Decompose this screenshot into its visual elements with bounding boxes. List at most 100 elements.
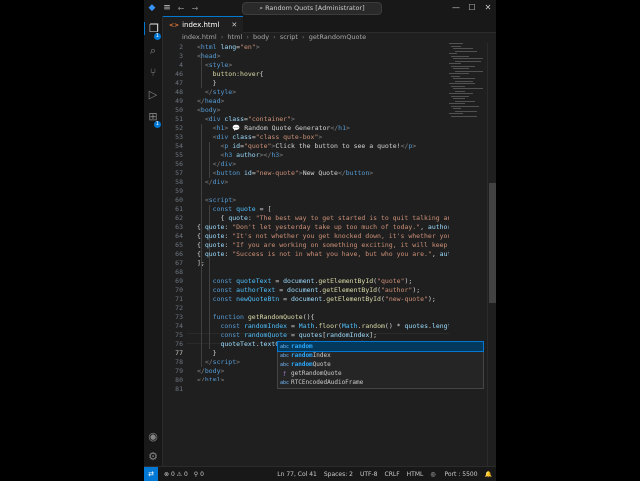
line-number: 69 bbox=[175, 277, 183, 285]
activity-bar: ❐ 1 ⌕ ⑂ ▷ ⊞ 1 ◉ ⚙ bbox=[144, 16, 163, 466]
maximize-button[interactable]: ☐ bbox=[464, 0, 480, 16]
minimap-line bbox=[453, 88, 483, 89]
breadcrumb-html[interactable]: html bbox=[227, 33, 242, 41]
line-number: 54 bbox=[175, 142, 183, 150]
code-line: </style> bbox=[204, 88, 237, 96]
notifications-bell-icon[interactable]: 🔔 bbox=[485, 471, 492, 478]
breadcrumb-function[interactable]: getRandomQuote bbox=[309, 33, 366, 41]
code-line: { quote: "The best way to get started is… bbox=[220, 214, 449, 222]
line-number: 51 bbox=[175, 115, 183, 123]
menu-icon[interactable]: ≡ bbox=[160, 3, 174, 13]
vertical-scrollbar[interactable] bbox=[487, 43, 496, 466]
line-number: 75 bbox=[175, 331, 183, 339]
settings-gear-icon[interactable]: ⚙ bbox=[144, 450, 162, 463]
minimize-button[interactable]: — bbox=[448, 0, 464, 16]
command-center-search[interactable]: ⌕ Random Quots [Administrator] bbox=[242, 2, 382, 15]
chevron-right-icon: › bbox=[246, 33, 249, 41]
code-line: const authorText = document.getElementBy… bbox=[212, 286, 421, 294]
breadcrumb: index.html › html › body › script › getR… bbox=[163, 32, 496, 43]
autocomplete-suggestions: abc random abc random Index abc random Quote ƒ ge… bbox=[277, 341, 484, 389]
cursor-position[interactable]: Ln 77, Col 41 bbox=[277, 471, 317, 478]
back-arrow-icon[interactable]: ← bbox=[174, 4, 188, 13]
code-editor[interactable]: <html lang="en"> <head> <style> button:h… bbox=[197, 43, 449, 381]
line-number: 71 bbox=[175, 295, 183, 303]
remote-icon[interactable]: ⇄ bbox=[144, 467, 158, 481]
indentation[interactable]: Spaces: 2 bbox=[324, 471, 353, 478]
source-control-icon[interactable]: ⑂ bbox=[144, 66, 162, 79]
line-number: 79 bbox=[175, 367, 183, 375]
line-number: 66 bbox=[175, 250, 183, 258]
suggestion-item[interactable]: abc RTCEncodedAudioFrame bbox=[278, 378, 483, 387]
line-endings[interactable]: CRLF bbox=[385, 471, 400, 478]
status-bar: ⇄ ⊗ 0 ⚠ 0 ⚲ 0 Ln 77, Col 41 Spaces: 2 UT… bbox=[144, 466, 496, 481]
run-debug-icon[interactable]: ▷ bbox=[144, 88, 162, 101]
suggestion-match: random bbox=[291, 361, 313, 368]
suggestion-item[interactable]: abc random bbox=[277, 341, 484, 352]
line-number: 56 bbox=[175, 160, 183, 168]
code-line: <html lang="en"> bbox=[197, 43, 260, 51]
minimap-line bbox=[449, 53, 457, 54]
suggestion-item[interactable]: abc random Index bbox=[278, 351, 483, 360]
code-line: <div class="class qute-box"> bbox=[212, 133, 323, 141]
code-line: <head> bbox=[197, 52, 221, 60]
breadcrumb-file[interactable]: index.html bbox=[182, 33, 217, 41]
line-number: 3 bbox=[179, 52, 183, 60]
ports-indicator[interactable]: ⚲ 0 bbox=[194, 471, 204, 478]
tab-close-icon[interactable]: ✕ bbox=[231, 21, 237, 29]
code-line: <style> bbox=[204, 61, 233, 69]
breadcrumb-script[interactable]: script bbox=[280, 33, 298, 41]
vscode-logo-icon: ◆ bbox=[148, 3, 156, 13]
minimap-line bbox=[449, 93, 473, 94]
code-line: { quote: "If you are working on somethin… bbox=[197, 241, 448, 249]
line-number: 52 bbox=[175, 124, 183, 132]
breadcrumb-body[interactable]: body bbox=[253, 33, 269, 41]
suggestion-item[interactable]: ƒ getRandomQuote bbox=[278, 369, 483, 378]
code-line: function getRandomQuote(){ bbox=[212, 313, 315, 321]
tab-index-html[interactable]: <> index.html ✕ bbox=[163, 16, 243, 33]
encoding[interactable]: UTF-8 bbox=[360, 471, 378, 478]
forward-arrow-icon[interactable]: → bbox=[188, 4, 202, 13]
minimap-line bbox=[453, 108, 461, 109]
code-line: const randomIndex = Math.floor(Math.rand… bbox=[220, 322, 449, 330]
minimap-line bbox=[455, 50, 477, 52]
minimap-line bbox=[451, 75, 460, 77]
line-number: 58 bbox=[175, 178, 183, 186]
search-icon[interactable]: ⌕ bbox=[144, 44, 162, 58]
code-line: const quoteText = document.getElementByI… bbox=[212, 277, 413, 285]
text-symbol-icon: abc bbox=[280, 352, 290, 359]
errors-indicator[interactable]: ⊗ 0 ⚠ 0 bbox=[164, 471, 188, 478]
minimap-line bbox=[449, 113, 463, 114]
code-line: <h3 author></h3> bbox=[220, 151, 284, 159]
live-server-port[interactable]: ◎ Port : 5500 bbox=[430, 471, 477, 478]
code-line: { quote: "It's not whether you get knock… bbox=[197, 232, 449, 240]
scrollbar-thumb[interactable] bbox=[489, 183, 496, 303]
html-file-icon: <> bbox=[169, 21, 180, 29]
minimap-line bbox=[449, 43, 463, 44]
language-mode[interactable]: HTML bbox=[407, 471, 424, 478]
account-icon[interactable]: ◉ bbox=[144, 430, 162, 443]
suggestion-item[interactable]: abc random Quote bbox=[278, 360, 483, 369]
close-button[interactable]: ✕ bbox=[480, 0, 496, 16]
code-line: button:hover{ bbox=[212, 70, 264, 78]
minimap[interactable] bbox=[449, 43, 487, 123]
line-number: 46 bbox=[175, 70, 183, 78]
text-symbol-icon: abc bbox=[280, 361, 290, 368]
minimap-line bbox=[451, 85, 465, 87]
line-number: 57 bbox=[175, 169, 183, 177]
line-number: 73 bbox=[175, 313, 183, 321]
tab-label: index.html bbox=[182, 21, 220, 29]
explorer-icon[interactable]: ❐ bbox=[144, 22, 163, 35]
code-line: { quote: "Success is not in what you hav… bbox=[197, 250, 449, 258]
minimap-line bbox=[455, 60, 481, 62]
code-line: const quote = [ bbox=[212, 205, 272, 213]
window-title: Random Quots [Administrator] bbox=[265, 4, 365, 12]
vscode-window: ◆ ≡ ← → ⌕ Random Quots [Administrator] —… bbox=[144, 0, 496, 480]
code-line: </html> bbox=[197, 376, 225, 381]
minimap-line bbox=[453, 98, 465, 99]
line-number: 72 bbox=[175, 304, 183, 312]
minimap-line bbox=[455, 70, 483, 72]
code-line: } bbox=[212, 79, 217, 87]
line-number: 62 bbox=[175, 214, 183, 222]
suggestion-match: random bbox=[291, 343, 313, 350]
line-number: 49 bbox=[175, 97, 183, 105]
